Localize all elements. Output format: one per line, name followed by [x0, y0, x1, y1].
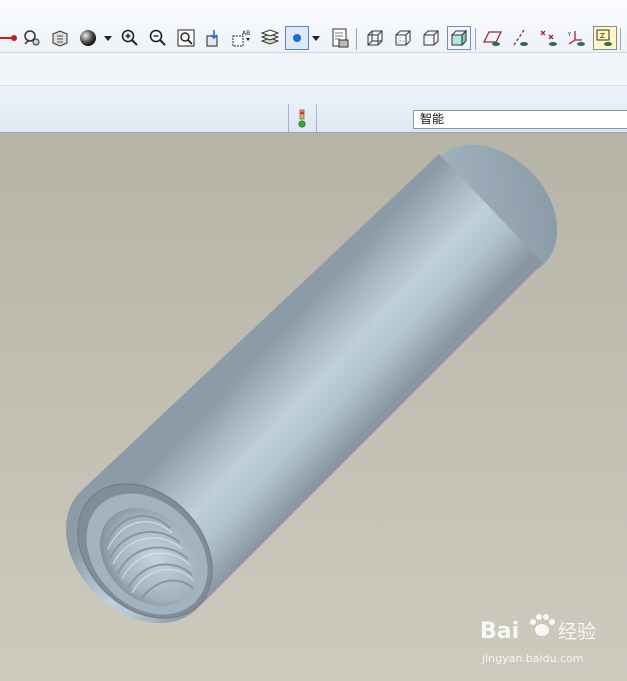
shading-icon[interactable] [447, 26, 471, 50]
saved-views-icon[interactable]: AB [230, 26, 254, 50]
shading-sphere-icon[interactable] [76, 26, 100, 50]
paw-logo-icon [530, 614, 555, 636]
hidden-line-icon[interactable] [391, 26, 415, 50]
toolbar-separator [620, 28, 621, 50]
no-hidden-icon[interactable] [419, 26, 443, 50]
watermark-brand-suffix: 经验 [558, 621, 596, 643]
layers-icon[interactable] [258, 26, 282, 50]
reorient-icon[interactable] [202, 26, 226, 50]
zoom-in-icon[interactable] [118, 26, 142, 50]
appearance-icon[interactable] [285, 26, 309, 50]
secondary-toolbar [0, 53, 627, 86]
main-toolbar: AB Y Z [0, 0, 627, 53]
watermark-brand: Bai [480, 619, 519, 644]
svg-text:Y: Y [567, 32, 572, 38]
annotation-display-icon[interactable]: Z [593, 26, 617, 50]
toolbar-separator [356, 28, 357, 50]
toolbar-separator [475, 28, 476, 50]
zoom-out-icon[interactable] [146, 26, 170, 50]
wireframe-icon[interactable] [363, 26, 387, 50]
datum-points-icon[interactable] [537, 26, 561, 50]
repaint-icon[interactable] [20, 26, 44, 50]
shading-dropdown-icon[interactable] [104, 34, 112, 42]
orient-icon[interactable] [48, 26, 72, 50]
model-tree-icon[interactable] [328, 26, 352, 50]
appearance-dropdown-icon[interactable] [312, 34, 320, 42]
baidu-watermark: Bai 经验 jingyan.baidu.com [480, 606, 620, 671]
regeneration-status-icon[interactable] [296, 108, 308, 133]
status-separator [316, 104, 317, 132]
watermark-url: jingyan.baidu.com [481, 652, 584, 665]
coordinate-systems-icon[interactable]: Y [565, 26, 589, 50]
reorient-badge-label: AB [242, 30, 250, 37]
graphics-viewport[interactable] [0, 133, 627, 681]
redo-arrow-icon[interactable] [0, 26, 20, 50]
selection-filter-dropdown[interactable]: 智能 [413, 110, 627, 129]
refit-icon[interactable] [174, 26, 198, 50]
threaded-tube-model[interactable] [0, 133, 627, 681]
svg-text:Z: Z [600, 32, 605, 40]
toolbar-row: AB Y Z [0, 22, 627, 54]
datum-planes-icon[interactable] [481, 26, 505, 50]
datum-axes-icon[interactable] [509, 26, 533, 50]
status-separator [288, 104, 289, 132]
